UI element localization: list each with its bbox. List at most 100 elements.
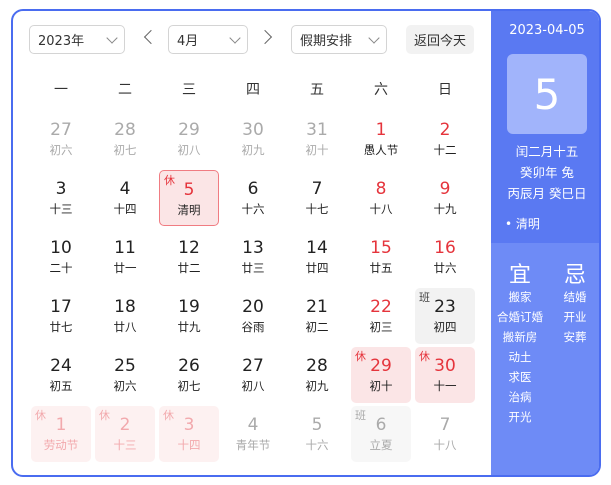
day-number: 21	[306, 297, 328, 317]
day-cell[interactable]: 6 十六	[223, 170, 283, 226]
day-detail-panel: 2023-04-05 5 闰二月十五 癸卯年 兔 丙辰月 癸巳日 • 清明 宜 …	[491, 11, 599, 475]
month-day-ganzhi: 丙辰月 癸巳日	[507, 186, 587, 201]
day-lunar: 立夏	[369, 438, 393, 452]
day-number: 14	[306, 238, 328, 258]
day-cell[interactable]: 9 十九	[415, 170, 475, 226]
year-select-value: 2023年	[38, 34, 85, 49]
day-lunar: 初九	[305, 379, 329, 393]
day-cell[interactable]: 25 初六	[95, 347, 155, 403]
day-cell[interactable]: 13 廿三	[223, 229, 283, 285]
day-cell[interactable]: 7 十七	[287, 170, 347, 226]
day-cell[interactable]: 休 2 十三	[95, 406, 155, 462]
calendar-widget: 2023年 4月 假期安排 返回今天 一二三四五六日 27 初六 28 初七 29 初八 3…	[11, 9, 601, 477]
day-number: 27	[242, 356, 264, 376]
day-number: 31	[306, 120, 328, 140]
day-lunar: 初三	[369, 320, 393, 334]
month-select-value: 4月	[177, 34, 199, 49]
day-lunar: 十三	[113, 438, 137, 452]
day-cell[interactable]: 5 十六	[287, 406, 347, 462]
chevron-down-icon	[229, 31, 241, 44]
day-lunar: 廿六	[433, 261, 457, 275]
day-cell[interactable]: 17 廿七	[31, 288, 91, 344]
yi-item: 求医	[508, 370, 532, 384]
day-lunar: 愚人节	[363, 143, 399, 157]
day-number: 23	[434, 297, 456, 317]
day-cell[interactable]: 班 23 初四	[415, 288, 475, 344]
day-number: 25	[114, 356, 136, 376]
day-cell[interactable]: 10 二十	[31, 229, 91, 285]
day-cell[interactable]: 22 初三	[351, 288, 411, 344]
day-cell[interactable]: 4 青年节	[223, 406, 283, 462]
day-number: 15	[370, 238, 392, 258]
year-select[interactable]: 2023年	[29, 25, 125, 54]
weekday-label: 一	[54, 82, 68, 98]
yi-item: 开光	[508, 410, 532, 424]
weekday-label: 二	[118, 82, 132, 98]
day-cell[interactable]: 1 愚人节	[351, 111, 411, 167]
festival-name: 清明	[515, 217, 540, 231]
day-cell[interactable]: 20 谷雨	[223, 288, 283, 344]
day-cell[interactable]: 休 29 初十	[351, 347, 411, 403]
day-lunar: 廿四	[305, 261, 329, 275]
next-month-arrow-icon[interactable]	[257, 29, 273, 45]
day-number: 26	[178, 356, 200, 376]
day-cell[interactable]: 31 初十	[287, 111, 347, 167]
day-cell[interactable]: 19 廿九	[159, 288, 219, 344]
day-cell[interactable]: 26 初七	[159, 347, 219, 403]
day-lunar: 二十	[49, 261, 73, 275]
ji-item: 结婚	[563, 290, 587, 304]
day-cell[interactable]: 3 十三	[31, 170, 91, 226]
day-cell[interactable]: 休 30 十一	[415, 347, 475, 403]
ji-item: 安葬	[563, 330, 587, 344]
day-cell[interactable]: 休 1 劳动节	[31, 406, 91, 462]
day-lunar: 十一	[433, 379, 457, 393]
day-cell[interactable]: 8 十八	[351, 170, 411, 226]
day-lunar: 廿五	[369, 261, 393, 275]
day-cell[interactable]: 27 初六	[31, 111, 91, 167]
day-cell[interactable]: 15 廿五	[351, 229, 411, 285]
ji-list: 结婚 开业 安葬	[551, 287, 599, 347]
day-number: 22	[370, 297, 392, 317]
ji-heading: 忌	[563, 263, 586, 288]
day-cell[interactable]: 18 廿八	[95, 288, 155, 344]
month-select[interactable]: 4月	[168, 25, 248, 54]
day-cell[interactable]: 2 十二	[415, 111, 475, 167]
prev-month-arrow-icon[interactable]	[143, 29, 159, 45]
day-number: 30	[242, 120, 264, 140]
day-cell[interactable]: 11 廿一	[95, 229, 155, 285]
day-cell[interactable]: 休 3 十四	[159, 406, 219, 462]
lunar-date: 闰二月十五	[515, 144, 579, 159]
day-cell[interactable]: 29 初八	[159, 111, 219, 167]
yi-list: 搬家 合婚订婚 搬新房 动土 求医 治病 开光	[491, 287, 549, 427]
day-lunar: 初四	[433, 320, 457, 334]
day-cell[interactable]: 7 十八	[415, 406, 475, 462]
day-lunar: 初二	[305, 320, 329, 334]
day-cell[interactable]: 24 初五	[31, 347, 91, 403]
day-number: 19	[178, 297, 200, 317]
day-cell[interactable]: 30 初九	[223, 111, 283, 167]
weekday-label: 六	[374, 82, 388, 98]
day-cell[interactable]: 12 廿二	[159, 229, 219, 285]
day-number: 18	[114, 297, 136, 317]
day-number: 7	[439, 415, 451, 435]
day-cell[interactable]: 27 初八	[223, 347, 283, 403]
day-lunar: 廿一	[113, 261, 137, 275]
day-lunar: 十三	[49, 202, 73, 216]
day-number: 29	[178, 120, 200, 140]
day-cell[interactable]: 休 5 清明	[159, 170, 219, 226]
day-lunar: 廿三	[241, 261, 265, 275]
day-lunar: 廿七	[49, 320, 73, 334]
day-lunar: 初十	[369, 379, 393, 393]
day-cell[interactable]: 28 初七	[95, 111, 155, 167]
day-cell[interactable]: 28 初九	[287, 347, 347, 403]
day-cell[interactable]: 4 十四	[95, 170, 155, 226]
day-cell[interactable]: 14 廿四	[287, 229, 347, 285]
ji-item: 开业	[563, 310, 587, 324]
holiday-select[interactable]: 假期安排	[291, 25, 387, 54]
chevron-down-icon	[106, 31, 118, 44]
day-cell[interactable]: 班 6 立夏	[351, 406, 411, 462]
day-lunar: 十九	[433, 202, 457, 216]
day-cell[interactable]: 16 廿六	[415, 229, 475, 285]
day-cell[interactable]: 21 初二	[287, 288, 347, 344]
back-to-today-button[interactable]: 返回今天	[406, 25, 474, 54]
